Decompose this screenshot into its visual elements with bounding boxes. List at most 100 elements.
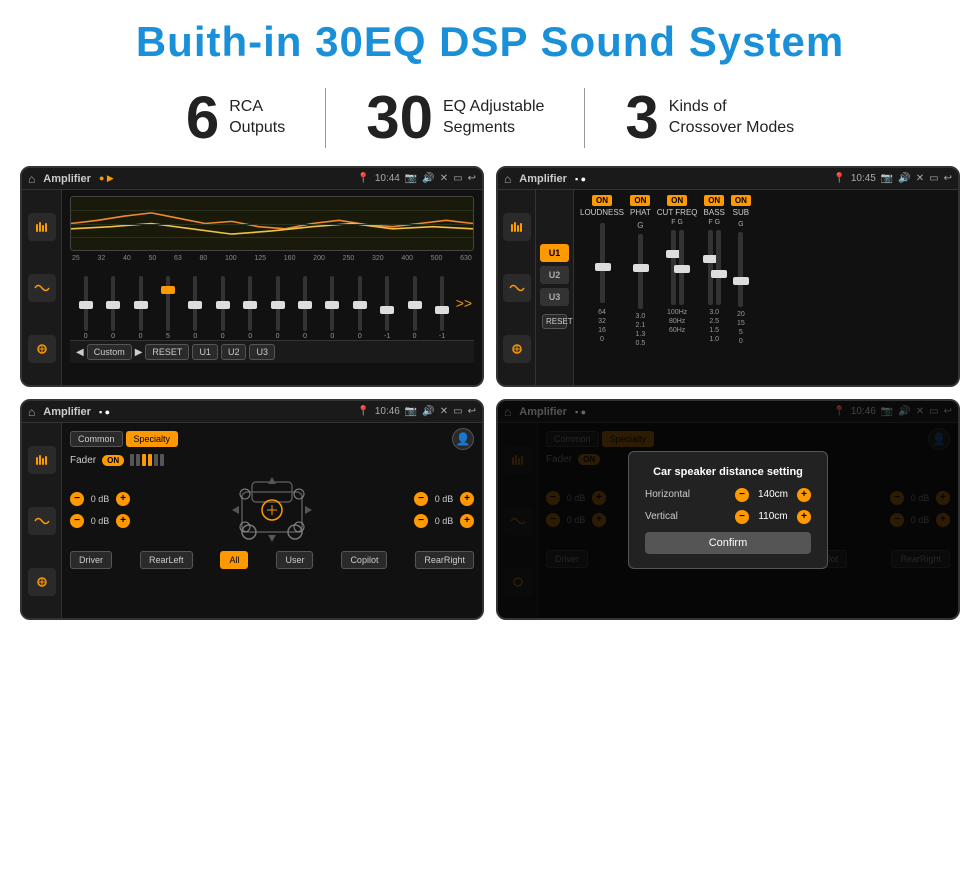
stat-number-eq: 30	[366, 88, 433, 148]
home-icon[interactable]: ⌂	[28, 172, 35, 186]
btn-driver[interactable]: Driver	[70, 551, 112, 569]
close-icon-3[interactable]: ✕	[440, 406, 448, 417]
btn-all[interactable]: All	[220, 551, 248, 569]
u-buttons-panel: U1 U2 U3 RESET	[536, 190, 574, 385]
screens-grid: ⌂ Amplifier ● ▶ 📍 10:44 📷 🔊 ✕ ▭ ↩	[0, 166, 980, 630]
rr-plus-btn[interactable]: +	[460, 514, 474, 528]
vertical-row: Vertical − 110cm +	[645, 510, 811, 524]
u1-button[interactable]: U1	[540, 244, 569, 262]
eq-time: 10:44	[375, 173, 400, 184]
horizontal-plus-btn[interactable]: +	[797, 488, 811, 502]
stat-eq: 30 EQ Adjustable Segments	[326, 88, 584, 148]
distance-dialog-overlay: Car speaker distance setting Horizontal …	[498, 401, 958, 618]
tab-specialty[interactable]: Specialty	[126, 431, 179, 447]
back-icon-eq[interactable]: ↩	[468, 173, 476, 184]
volume-icon-3: 🔊	[422, 406, 434, 417]
crossover-cols: ON LOUDNESS 64 32 16 0	[580, 195, 952, 380]
crossover-reset-btn[interactable]: RESET	[542, 314, 567, 329]
fr-minus-btn[interactable]: −	[414, 492, 428, 506]
location-icon-2: 📍	[833, 173, 845, 184]
crossover-sidebar-btn-2[interactable]	[503, 274, 531, 302]
eq-slider-3: 0	[127, 276, 154, 340]
close-icon-eq[interactable]: ✕	[440, 173, 448, 184]
speaker-grid: − 0 dB + − 0 dB +	[70, 472, 474, 547]
crossover-sidebar-btn-3[interactable]	[503, 335, 531, 363]
horizontal-minus-btn[interactable]: −	[735, 488, 749, 502]
u2-button[interactable]: U2	[540, 266, 569, 284]
db-control-rl: − 0 dB +	[70, 514, 130, 528]
stats-row: 6 RCA Outputs 30 EQ Adjustable Segments …	[0, 78, 980, 166]
more-icon[interactable]: >>	[456, 295, 472, 311]
crossover-sidebar-btn-1[interactable]	[503, 213, 531, 241]
eq-status-dots: ● ▶	[99, 173, 114, 184]
fader-sidebar-btn-3[interactable]	[28, 568, 56, 596]
eq-bottom-bar: ◀ Custom ▶ RESET U1 U2 U3	[70, 340, 474, 363]
home-icon-3[interactable]: ⌂	[28, 405, 35, 419]
confirm-button[interactable]: Confirm	[645, 532, 811, 554]
eq-u2-btn[interactable]: U2	[221, 344, 247, 360]
eq-sidebar-btn-3[interactable]	[28, 335, 56, 363]
eq-u1-btn[interactable]: U1	[192, 344, 218, 360]
eq-reset-btn[interactable]: RESET	[145, 344, 189, 360]
vertical-plus-btn[interactable]: +	[797, 510, 811, 524]
rr-minus-btn[interactable]: −	[414, 514, 428, 528]
horizontal-row: Horizontal − 140cm +	[645, 488, 811, 502]
crossover-sidebar	[498, 190, 536, 385]
fader-sidebar-btn-2[interactable]	[28, 507, 56, 535]
cutfreq-on[interactable]: ON	[667, 195, 687, 206]
location-icon: 📍	[357, 173, 369, 184]
screen-crossover: ⌂ Amplifier ▪ ● 📍 10:45 📷 🔊 ✕ ▭ ↩	[496, 166, 960, 387]
sub-on[interactable]: ON	[731, 195, 751, 206]
minimize-icon-3[interactable]: ▭	[453, 406, 462, 417]
profile-icon[interactable]: 👤	[452, 428, 474, 450]
phat-on[interactable]: ON	[630, 195, 650, 206]
btn-user[interactable]: User	[276, 551, 313, 569]
eq-sidebar-btn-2[interactable]	[28, 274, 56, 302]
eq-play-btn[interactable]: ▶	[135, 347, 143, 358]
screen-fader: ⌂ Amplifier ▪ ● 📍 10:46 📷 🔊 ✕ ▭ ↩	[20, 399, 484, 620]
loudness-on[interactable]: ON	[592, 195, 612, 206]
eq-slider-8: 0	[264, 276, 291, 340]
back-icon-2[interactable]: ↩	[944, 173, 952, 184]
fl-minus-btn[interactable]: −	[70, 492, 84, 506]
eq-sidebar-btn-1[interactable]	[28, 213, 56, 241]
eq-custom-btn[interactable]: Custom	[87, 344, 132, 360]
btn-rearright[interactable]: RearRight	[415, 551, 474, 569]
camera-icon-3: 📷	[405, 406, 417, 417]
fl-db-value: 0 dB	[86, 494, 114, 504]
eq-u3-btn[interactable]: U3	[249, 344, 275, 360]
minimize-icon-2[interactable]: ▭	[929, 173, 938, 184]
fader-app-title: Amplifier	[43, 406, 91, 418]
btn-rearleft[interactable]: RearLeft	[140, 551, 193, 569]
vertical-label: Vertical	[645, 511, 678, 522]
u3-button[interactable]: U3	[540, 288, 569, 306]
horizontal-value: 140cm	[753, 489, 793, 500]
minimize-icon-eq[interactable]: ▭	[453, 173, 462, 184]
crossover-content: U1 U2 U3 RESET ON LOUDNESS	[498, 190, 958, 385]
home-icon-2[interactable]: ⌂	[504, 172, 511, 186]
fader-sidebar-btn-1[interactable]	[28, 446, 56, 474]
eq-slider-10: 0	[319, 276, 346, 340]
close-icon-2[interactable]: ✕	[916, 173, 924, 184]
eq-content: 25 32 40 50 63 80 100 125 160 200 250 32…	[22, 190, 482, 385]
fader-row: Fader ON	[70, 454, 474, 466]
eq-slider-13: 0	[401, 276, 428, 340]
tab-common[interactable]: Common	[70, 431, 123, 447]
eq-freq-labels: 25 32 40 50 63 80 100 125 160 200 250 32…	[70, 255, 474, 262]
fr-plus-btn[interactable]: +	[460, 492, 474, 506]
btn-copilot[interactable]: Copilot	[341, 551, 387, 569]
fader-content: Common Specialty 👤 Fader ON	[22, 423, 482, 618]
left-controls: − 0 dB + − 0 dB +	[70, 492, 130, 528]
bass-on[interactable]: ON	[704, 195, 724, 206]
crossover-status-icons: ▪ ●	[575, 174, 586, 184]
vertical-minus-btn[interactable]: −	[735, 510, 749, 524]
fl-plus-btn[interactable]: +	[116, 492, 130, 506]
col-loudness: ON LOUDNESS 64 32 16 0	[580, 195, 624, 380]
rl-plus-btn[interactable]: +	[116, 514, 130, 528]
camera-icon-2: 📷	[881, 173, 893, 184]
fader-bars	[130, 454, 164, 466]
fader-on-pill[interactable]: ON	[102, 455, 124, 466]
back-icon-3[interactable]: ↩	[468, 406, 476, 417]
eq-prev-btn[interactable]: ◀	[76, 347, 84, 358]
rl-minus-btn[interactable]: −	[70, 514, 84, 528]
